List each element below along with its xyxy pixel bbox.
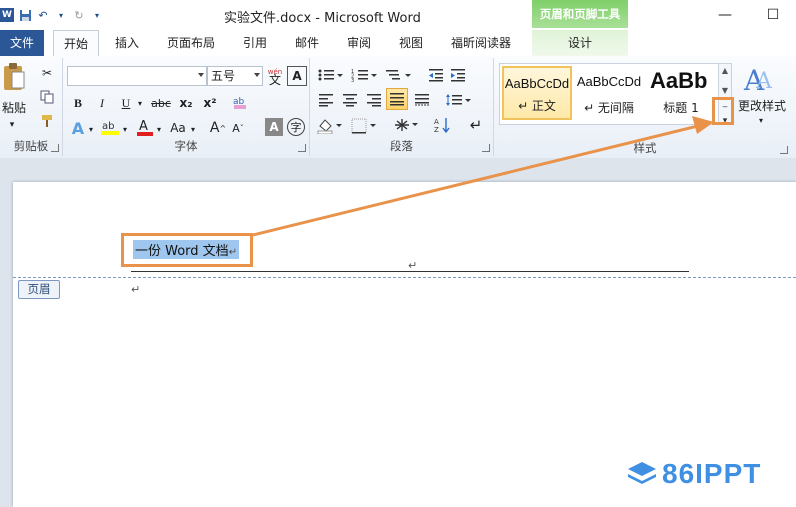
layers-logo-icon [628,462,656,484]
annotation-arrow [252,116,714,237]
watermark-text: 86IPPT [662,458,762,489]
watermark: 86IPPT [626,458,761,490]
